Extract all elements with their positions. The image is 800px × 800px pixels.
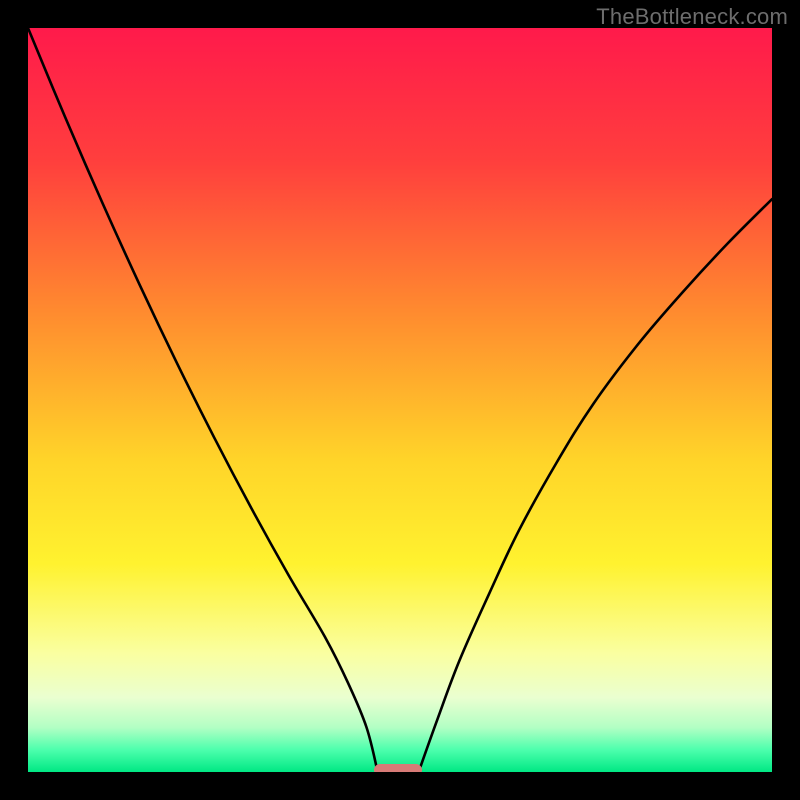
left-curve — [28, 28, 378, 772]
chart-frame: TheBottleneck.com — [0, 0, 800, 800]
bottleneck-marker — [374, 764, 422, 772]
curves-svg — [28, 28, 772, 772]
plot-area — [28, 28, 772, 772]
right-curve — [419, 199, 772, 772]
watermark-text: TheBottleneck.com — [596, 4, 788, 30]
